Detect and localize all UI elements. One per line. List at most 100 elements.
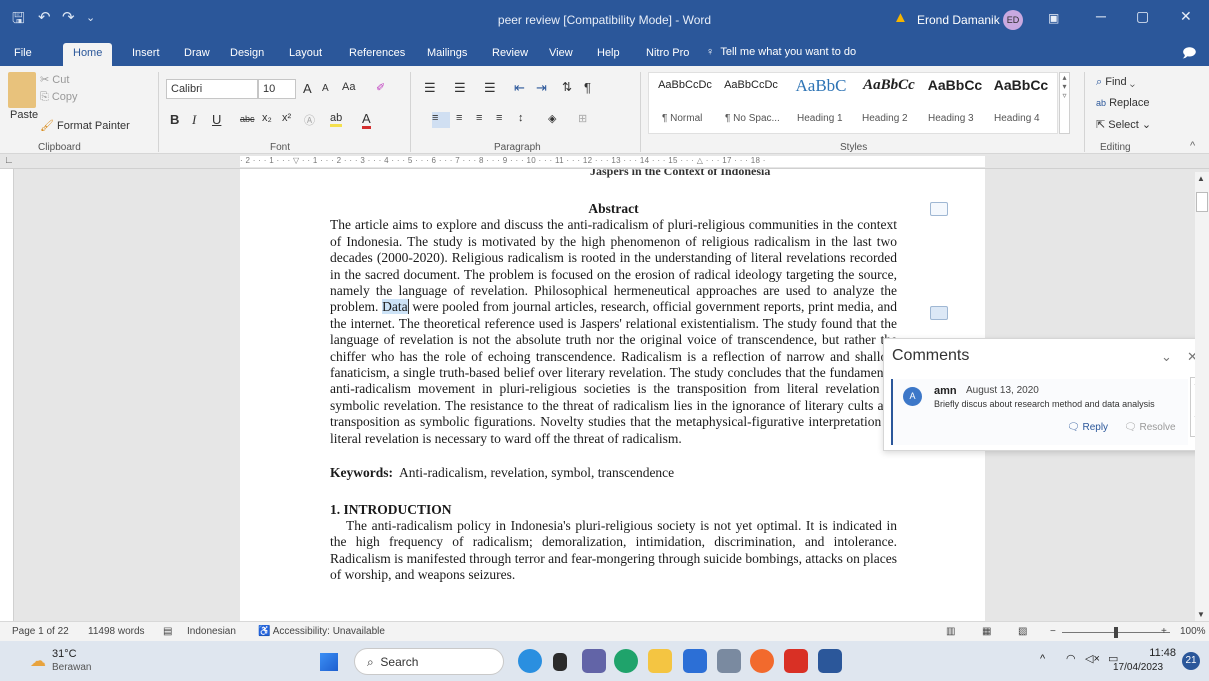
font-size-box[interactable]: 10: [258, 79, 296, 99]
print-layout-icon[interactable]: ▦: [982, 626, 991, 637]
document-page[interactable]: Jaspers in the Context of Indonesia Abst…: [240, 169, 985, 621]
increase-indent-icon[interactable]: ⇥: [536, 80, 547, 96]
restore-button[interactable]: ▢: [1136, 8, 1149, 25]
subscript-button[interactable]: x₂: [262, 112, 272, 124]
windows-start-icon[interactable]: [320, 653, 338, 671]
avatar[interactable]: ED: [1003, 10, 1023, 30]
volume-icon[interactable]: ◁×: [1085, 652, 1100, 665]
bold-button[interactable]: B: [170, 112, 179, 127]
weather-icon[interactable]: ☁: [30, 651, 46, 671]
accessibility-status[interactable]: ♿ Accessibility: Unavailable: [258, 626, 385, 637]
cut-button[interactable]: ✂ Cut: [40, 73, 69, 86]
warning-icon[interactable]: ▲: [893, 9, 908, 26]
temperature[interactable]: 31°C: [52, 648, 77, 660]
chevron-up-icon[interactable]: ^: [1040, 653, 1045, 665]
vertical-scrollbar[interactable]: ▲ ▼: [1195, 172, 1209, 621]
style-heading3-preview[interactable]: AaBbCc: [922, 77, 988, 93]
zoom-slider-thumb[interactable]: [1114, 627, 1118, 638]
tab-layout[interactable]: Layout: [289, 47, 322, 59]
italic-button[interactable]: I: [192, 112, 196, 128]
tab-draw[interactable]: Draw: [184, 47, 210, 59]
scroll-thumb[interactable]: [1196, 192, 1208, 212]
tab-insert[interactable]: Insert: [132, 47, 160, 59]
tab-help[interactable]: Help: [597, 47, 620, 59]
find-button[interactable]: ⌕ Find ⌄: [1096, 76, 1135, 89]
justify-icon[interactable]: ≡: [496, 112, 502, 124]
ribbon-display-icon[interactable]: ▣: [1048, 11, 1059, 25]
comment-bubble-icon[interactable]: [930, 202, 948, 216]
numbering-icon[interactable]: ☰: [454, 80, 466, 96]
chevron-down-icon[interactable]: ⌄: [1161, 349, 1172, 365]
line-spacing-icon[interactable]: ↕: [518, 112, 524, 124]
tab-nitro-pro[interactable]: Nitro Pro: [646, 47, 689, 59]
font-color-icon[interactable]: A: [362, 111, 371, 129]
horizontal-ruler[interactable]: ∟ · 2 · · · 1 · · · ▽ · · 1 · · · 2 · · …: [0, 154, 1209, 169]
style-heading1-preview[interactable]: AaBbC: [786, 76, 856, 96]
zoom-level[interactable]: 100%: [1180, 626, 1206, 637]
task-view-icon[interactable]: [553, 653, 567, 671]
align-center-icon[interactable]: ≡: [456, 112, 462, 124]
web-layout-icon[interactable]: ▧: [1018, 626, 1027, 637]
underline-button[interactable]: U: [212, 112, 221, 127]
abstract-body[interactable]: The article aims to explore and discuss …: [330, 217, 897, 447]
word-count[interactable]: 11498 words: [88, 626, 145, 637]
tab-view[interactable]: View: [549, 47, 573, 59]
proofing-icon[interactable]: ▤: [163, 626, 172, 637]
page-count[interactable]: Page 1 of 22: [12, 626, 69, 637]
taskbar-search[interactable]: ⌕ Search: [354, 648, 504, 675]
tab-references[interactable]: References: [349, 47, 405, 59]
style-normal-preview[interactable]: AaBbCcDc: [652, 79, 718, 91]
word-icon[interactable]: [818, 649, 842, 673]
acrobat-icon[interactable]: [784, 649, 808, 673]
clear-format-icon[interactable]: ✐: [376, 81, 385, 94]
clock-time[interactable]: 11:48: [1140, 647, 1176, 659]
superscript-button[interactable]: x²: [282, 112, 291, 124]
style-heading2-preview[interactable]: AaBbCc: [856, 77, 922, 94]
intro-body[interactable]: The anti-radicalism policy in Indonesia'…: [330, 518, 897, 584]
comment-thread[interactable]: A amn August 13, 2020 Briefly discus abo…: [891, 379, 1188, 445]
chat-icon[interactable]: [582, 649, 606, 673]
sort-icon[interactable]: ⇅: [562, 80, 572, 94]
zoom-in-button[interactable]: +: [1161, 626, 1167, 637]
vertical-ruler[interactable]: [0, 169, 14, 621]
borders-icon[interactable]: ⊞: [578, 112, 587, 125]
notification-badge[interactable]: 21: [1182, 652, 1200, 670]
bing-icon[interactable]: [518, 649, 542, 673]
resolve-button[interactable]: 🗨 Resolve: [1124, 422, 1176, 433]
close-button[interactable]: ✕: [1180, 8, 1192, 25]
show-formatting-button[interactable]: ¶: [584, 80, 591, 95]
comments-icon[interactable]: 🗩: [1182, 44, 1196, 66]
tab-mailings[interactable]: Mailings: [427, 47, 467, 59]
user-name[interactable]: Erond Damanik: [917, 13, 1000, 27]
scroll-up-icon[interactable]: ▲: [1197, 174, 1205, 183]
firefox-icon[interactable]: [750, 649, 774, 673]
tab-design[interactable]: Design: [230, 47, 264, 59]
decrease-indent-icon[interactable]: ⇤: [514, 80, 525, 96]
highlight-color-icon[interactable]: ab: [330, 112, 343, 127]
tab-review[interactable]: Review: [492, 47, 528, 59]
change-case-button[interactable]: Aa: [342, 81, 355, 93]
align-left-icon[interactable]: ≡: [432, 112, 450, 128]
shrink-font-button[interactable]: A: [322, 83, 329, 94]
tab-home[interactable]: Home: [63, 43, 113, 66]
multilevel-list-icon[interactable]: ☰: [484, 80, 496, 96]
copy-button[interactable]: ⎘ Copy: [40, 91, 78, 104]
tab-file[interactable]: File: [14, 47, 32, 59]
align-right-icon[interactable]: ≡: [476, 112, 482, 124]
tab-selector-icon[interactable]: ∟: [4, 155, 14, 166]
style-heading4-preview[interactable]: AaBbCc: [988, 77, 1054, 93]
language[interactable]: Indonesian: [187, 626, 236, 637]
reply-button[interactable]: 🗨 Reply: [1067, 422, 1108, 433]
camera-icon[interactable]: [717, 649, 741, 673]
collapse-ribbon-icon[interactable]: ^: [1190, 140, 1195, 152]
minimize-button[interactable]: ─: [1096, 8, 1106, 24]
read-mode-icon[interactable]: ▥: [946, 626, 955, 637]
select-button[interactable]: ⇱ Select ⌄: [1096, 118, 1151, 131]
paste-clipboard-icon[interactable]: [8, 72, 36, 108]
replace-button[interactable]: ab Replace: [1096, 97, 1149, 109]
bullets-icon[interactable]: ☰: [424, 80, 436, 96]
document-body[interactable]: Jaspers in the Context of Indonesia Abst…: [330, 169, 897, 584]
tell-me-search[interactable]: ♀ Tell me what you want to do: [706, 46, 856, 58]
style-no-spacing-preview[interactable]: AaBbCcDc: [718, 79, 784, 91]
shading-icon[interactable]: ◈: [548, 112, 556, 125]
